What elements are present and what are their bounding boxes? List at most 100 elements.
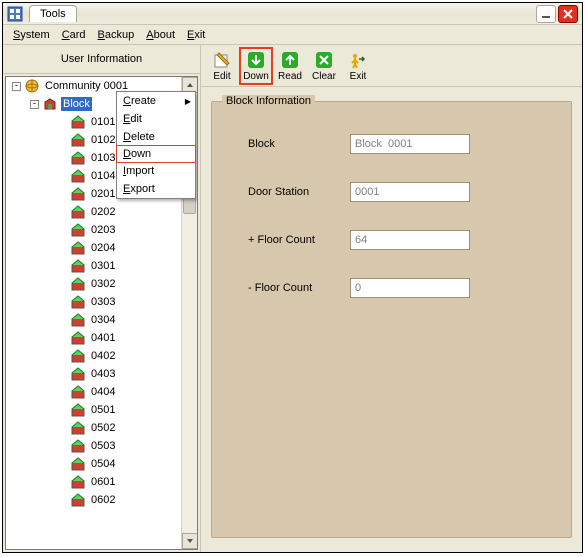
tree-node-icon [70,474,86,490]
tree-toggle [58,406,67,415]
toolbar-edit-button[interactable]: Edit [205,47,239,85]
tree-toggle[interactable]: - [12,82,21,91]
tree-node-icon [70,132,86,148]
tree-room[interactable]: 0404 [6,383,181,401]
tree-room[interactable]: 0402 [6,347,181,365]
form-row: Block [230,132,553,156]
tree-node-label: 0601 [89,475,117,489]
menu-ard[interactable]: Card [58,28,90,42]
tree-node-label: Block [61,97,92,111]
tree-node-label: 0403 [89,367,117,381]
tree-room[interactable]: 0602 [6,491,181,509]
menu-ystem[interactable]: System [9,28,54,42]
tree-node-icon [70,186,86,202]
field-input-block[interactable] [350,134,470,154]
field-input-door-station[interactable] [350,182,470,202]
tree-node-icon [70,420,86,436]
tree-toggle [58,334,67,343]
context-reate[interactable]: Create▶ [117,92,195,110]
tree-node-icon [70,312,86,328]
tree-node-icon [70,276,86,292]
context-mport[interactable]: Import [117,162,195,180]
tree-node-label: 0101 [89,115,117,129]
content-area: Block Information BlockDoor Station+ Flo… [201,87,582,552]
tree-node-label: 0401 [89,331,117,345]
toolbar-label: Clear [312,71,336,82]
tree-room[interactable]: 0202 [6,203,181,221]
tree-node-icon [42,96,58,112]
field-input--floor-count[interactable] [350,278,470,298]
left-pane: User Information -Community 0001-Block01… [3,45,201,552]
menu-ackup[interactable]: Backup [94,28,139,42]
context-xport[interactable]: Export [117,180,195,198]
menu-xit[interactable]: Exit [183,28,209,42]
context-own[interactable]: Down [116,145,196,163]
tree-room[interactable]: 0204 [6,239,181,257]
tree-node-label: 0202 [89,205,117,219]
titlebar-tab[interactable]: Tools [29,5,77,22]
scroll-down-button[interactable] [182,533,198,549]
tree-toggle [58,388,67,397]
tree-room[interactable]: 0301 [6,257,181,275]
tree-room[interactable]: 0502 [6,419,181,437]
form-row: + Floor Count [230,228,553,252]
toolbar-label: Down [243,71,269,82]
toolbar-clear-button[interactable]: Clear [307,47,341,85]
tree-toggle [58,316,67,325]
tree-room[interactable]: 0303 [6,293,181,311]
tree-node-icon [70,330,86,346]
tree-toggle [58,442,67,451]
minimize-button[interactable] [536,5,556,23]
tree-room[interactable]: 0304 [6,311,181,329]
tree-room[interactable]: 0403 [6,365,181,383]
tree-room[interactable]: 0302 [6,275,181,293]
tree-node-label: 0304 [89,313,117,327]
toolbar-exit-button[interactable]: Exit [341,47,375,85]
field-input--floor-count[interactable] [350,230,470,250]
tree-toggle [58,262,67,271]
tree-room[interactable]: 0503 [6,437,181,455]
field-label: Block [230,138,350,150]
tree-node-icon [70,204,86,220]
tree-toggle [58,172,67,181]
toolbar-read-button[interactable]: Read [273,47,307,85]
toolbar-down-button[interactable]: Down [239,47,273,85]
minimize-icon [541,9,551,19]
tree-toggle [58,460,67,469]
tree-node-label: 0303 [89,295,117,309]
tree-container: -Community 0001-Block0101010201030104020… [5,76,198,550]
context-elete[interactable]: Delete [117,128,195,146]
tree-node-icon [70,258,86,274]
menu-bout[interactable]: About [142,28,179,42]
field-label: + Floor Count [230,234,350,246]
tree-room[interactable]: 0601 [6,473,181,491]
tree-toggle [58,154,67,163]
tree-node-icon [70,366,86,382]
tree-node-icon [70,294,86,310]
clear-icon [314,50,334,70]
tree-node-label: 0203 [89,223,117,237]
tree-room[interactable]: 0401 [6,329,181,347]
right-pane: Edit Down Read Clear Exit Block Information … [201,45,582,552]
app-icon [7,6,23,22]
menubar: System Card BackupAbout Exit [3,25,582,45]
close-button[interactable] [558,5,578,23]
tree-room[interactable]: 0501 [6,401,181,419]
tree-node-icon [70,240,86,256]
tree-toggle [58,424,67,433]
tree-room[interactable]: 0203 [6,221,181,239]
block-info-group: Block Information BlockDoor Station+ Flo… [211,101,572,538]
toolbar-label: Exit [350,71,367,82]
tree-toggle[interactable]: - [30,100,39,109]
context-dit[interactable]: Edit [117,110,195,128]
tree-toggle [58,208,67,217]
left-header: User Information [3,45,200,74]
tree-node-icon [70,168,86,184]
tree-toggle [58,190,67,199]
read-icon [280,50,300,70]
tree-node-icon [70,114,86,130]
tree-node-label: 0504 [89,457,117,471]
tree-toggle [58,226,67,235]
tree-node-label: 0503 [89,439,117,453]
tree-room[interactable]: 0504 [6,455,181,473]
